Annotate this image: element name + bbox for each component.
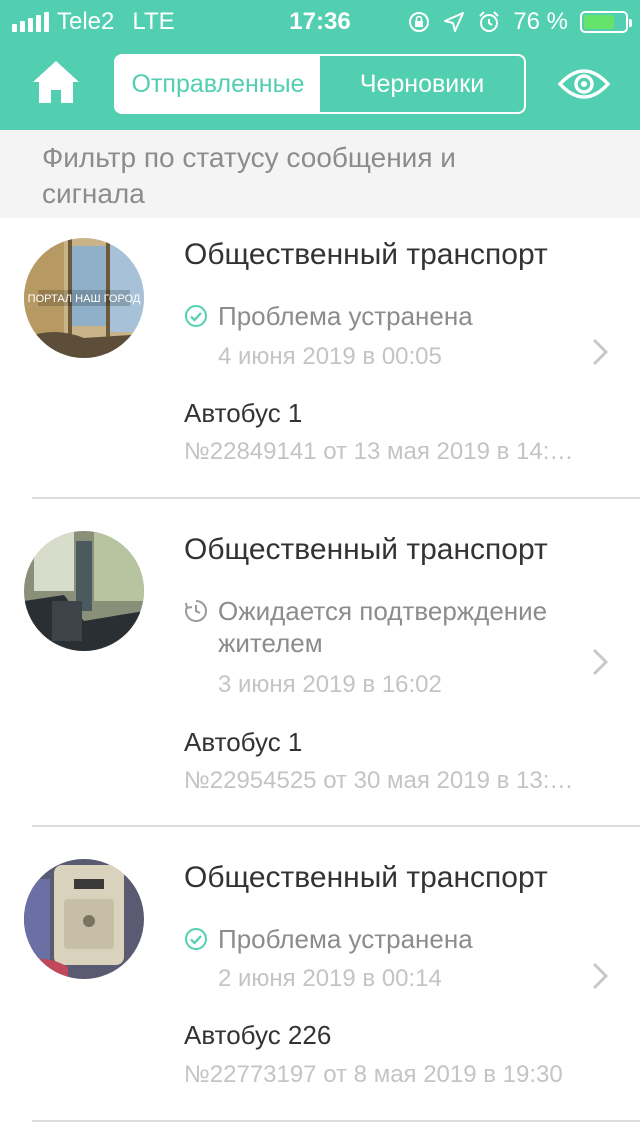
message-photo: ПОРТАЛ НАШ ГОРОД <box>24 238 144 358</box>
chevron-right-icon <box>592 338 609 366</box>
signal-strength-icon <box>12 12 49 32</box>
status-filter[interactable]: Фильтр по статусу сообщения и сигнала <box>0 130 640 218</box>
status-label: Проблема устранена <box>218 301 473 331</box>
tab-drafts[interactable]: Черновики <box>320 56 524 112</box>
message-card[interactable]: ПОРТАЛ НАШ ГОРОД Общественный транспорт … <box>0 218 640 499</box>
alarm-icon <box>479 11 500 32</box>
status-filter-label: Фильтр по статусу сообщения и сигнала <box>42 142 456 209</box>
message-tabs: Отправленные Черновики <box>114 54 526 114</box>
message-subject: Автобус 1 <box>184 398 303 428</box>
status-label: Ожидается подтверждение жителем <box>218 596 548 658</box>
battery-level <box>584 15 615 29</box>
battery-percent: 76 % <box>513 8 568 35</box>
chevron-right-icon <box>592 648 609 676</box>
tab-sent[interactable]: Отправленные <box>116 56 320 112</box>
top-bar: Tele2 LTE 17:36 76 % Отправленные Чернов… <box>0 0 640 130</box>
location-arrow-icon <box>444 12 465 32</box>
home-icon[interactable] <box>30 58 82 106</box>
carrier-name: Tele2 <box>57 8 115 35</box>
message-subject: Автобус 226 <box>184 1020 332 1050</box>
message-status: Проблема устранена <box>184 300 608 332</box>
rotation-lock-icon <box>409 12 430 32</box>
message-subject: Автобус 1 <box>184 727 303 757</box>
divider <box>32 1120 640 1122</box>
message-status: Ожидается подтверждение жителем <box>184 595 608 659</box>
check-circle-icon <box>185 305 207 327</box>
message-photo <box>24 531 144 651</box>
message-category: Общественный транспорт <box>184 533 548 566</box>
clock-icon <box>185 599 208 622</box>
chevron-right-icon <box>592 962 609 990</box>
message-category: Общественный транспорт <box>184 861 548 894</box>
message-card[interactable]: Общественный транспорт Ожидается подтвер… <box>0 499 640 827</box>
status-date: 3 июня 2019 в 16:02 <box>218 671 442 698</box>
message-number: №22849141 от 13 мая 2019 в 14:… <box>184 438 574 465</box>
message-list: ПОРТАЛ НАШ ГОРОД Общественный транспорт … <box>0 218 640 1122</box>
status-date: 4 июня 2019 в 00:05 <box>218 343 442 370</box>
photo-watermark: ПОРТАЛ НАШ ГОРОД <box>28 293 141 305</box>
message-number: №22773197 от 8 мая 2019 в 19:30 <box>184 1061 563 1088</box>
message-card[interactable]: Общественный транспорт Проблема устранен… <box>0 827 640 1122</box>
eye-icon[interactable] <box>556 64 612 104</box>
message-number: №22954525 от 30 мая 2019 в 13:… <box>184 767 574 794</box>
status-date: 2 июня 2019 в 00:14 <box>218 965 442 992</box>
message-photo <box>24 859 144 979</box>
status-bar: Tele2 LTE 17:36 76 % <box>0 0 640 42</box>
message-status: Проблема устранена <box>184 923 608 955</box>
message-category: Общественный транспорт <box>184 238 548 271</box>
battery-icon <box>580 11 632 33</box>
check-circle-icon <box>185 928 207 950</box>
network-type: LTE <box>132 8 175 35</box>
status-label: Проблема устранена <box>218 924 473 954</box>
